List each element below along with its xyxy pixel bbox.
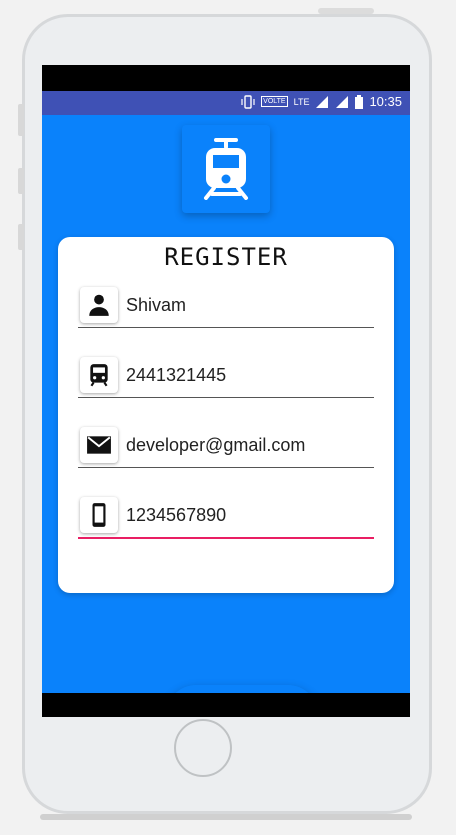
train-number-value: 2441321445 bbox=[126, 365, 227, 385]
email-icon bbox=[87, 436, 111, 454]
email-field[interactable]: developer@gmail.com bbox=[78, 423, 374, 469]
name-underline bbox=[78, 327, 374, 328]
email-underline bbox=[78, 467, 374, 468]
name-value: Shivam bbox=[126, 295, 187, 315]
train-number-field[interactable]: 2441321445 bbox=[78, 353, 374, 399]
home-button[interactable] bbox=[174, 719, 232, 777]
status-time: 10:35 bbox=[369, 94, 402, 109]
signal-icon bbox=[336, 95, 349, 108]
phone-icon bbox=[92, 503, 106, 527]
phone-shadow bbox=[40, 814, 412, 820]
phone-side-button bbox=[18, 104, 24, 136]
vibrate-icon bbox=[241, 94, 255, 109]
phone-side-button bbox=[18, 224, 24, 250]
email-value: developer@gmail.com bbox=[126, 435, 306, 455]
status-icons: VOLTE LTE 10:35 bbox=[241, 94, 402, 109]
train-icon bbox=[90, 364, 108, 387]
phone-field[interactable]: 1234567890 bbox=[78, 493, 374, 539]
train-icon-box bbox=[80, 357, 118, 393]
phone-screen: VOLTE LTE 10:35 REGISTER Shivam 24413214… bbox=[42, 65, 410, 717]
bottom-bar bbox=[42, 693, 410, 717]
phone-side-button bbox=[18, 168, 24, 194]
app-body: REGISTER Shivam 2441321445 developer@gma… bbox=[42, 115, 410, 717]
lte-label: LTE bbox=[293, 96, 310, 107]
name-field[interactable]: Shivam bbox=[78, 283, 374, 329]
register-card: REGISTER Shivam 2441321445 developer@gma… bbox=[58, 237, 394, 717]
phone-top-button bbox=[318, 8, 374, 14]
status-bar: VOLTE LTE 10:35 bbox=[42, 91, 410, 115]
signal-icon bbox=[316, 95, 329, 108]
train-number-underline bbox=[78, 397, 374, 398]
battery-icon bbox=[355, 94, 364, 109]
volte-badge: VOLTE bbox=[261, 96, 288, 107]
email-icon-box bbox=[80, 427, 118, 463]
person-icon bbox=[89, 294, 109, 316]
name-icon-box bbox=[80, 287, 118, 323]
phone-underline-active bbox=[78, 537, 374, 539]
phone-value: 1234567890 bbox=[126, 505, 227, 525]
tram-icon bbox=[204, 138, 248, 200]
phone-icon-box bbox=[80, 497, 118, 533]
register-title: REGISTER bbox=[164, 243, 288, 271]
app-logo bbox=[182, 125, 270, 213]
